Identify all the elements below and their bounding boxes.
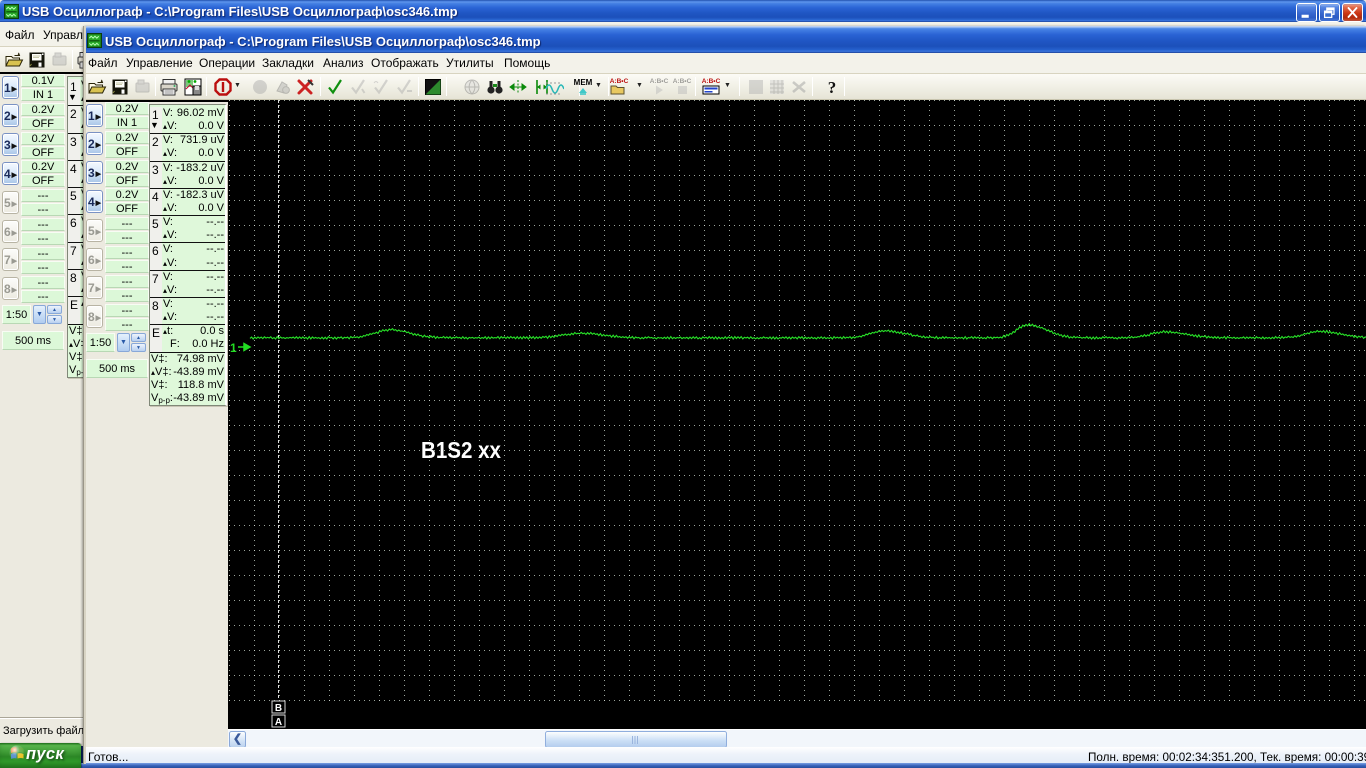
svg-text:A:B•C: A:B•C <box>702 78 721 85</box>
svg-text:B: B <box>275 703 282 714</box>
svg-text:A:B•C: A:B•C <box>610 78 629 85</box>
svg-text:?: ? <box>828 78 837 97</box>
svg-text:A: A <box>275 717 282 728</box>
svg-text:B1S2 xx: B1S2 xx <box>421 437 501 463</box>
svg-text:1: 1 <box>230 341 237 355</box>
svg-text:MEM: MEM <box>574 78 593 87</box>
svg-text:A:B•C: A:B•C <box>673 78 692 85</box>
svg-text:A:B•C: A:B•C <box>650 78 669 85</box>
